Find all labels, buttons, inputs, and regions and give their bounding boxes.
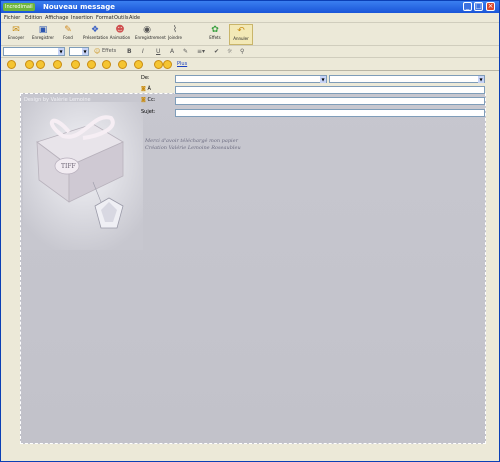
send-button[interactable]: ✉ Envoyer xyxy=(4,24,28,45)
background-button[interactable]: ✎ Fond xyxy=(56,24,80,45)
message-text: Merci d'avoir téléchargé mon papier Créa… xyxy=(145,138,241,152)
emoticon-surprise-icon[interactable] xyxy=(134,60,143,69)
menu-aide[interactable]: Aide xyxy=(129,14,140,22)
more-emoticons-link[interactable]: Plus xyxy=(177,60,187,69)
signature-select[interactable]: ▼ xyxy=(329,75,485,83)
send-icon: ✉ xyxy=(12,25,20,35)
insert-picture-icon[interactable]: ☼ xyxy=(227,47,232,56)
compose-window: Incredimail Nouveau message _ □ × Fichie… xyxy=(0,0,500,462)
effects-icon: ✿ xyxy=(211,25,219,35)
window-title: Nouveau message xyxy=(43,3,115,11)
chevron-down-icon: ▼ xyxy=(58,48,64,55)
message-line-1: Merci d'avoir téléchargé mon papier xyxy=(145,138,238,144)
menu-outils[interactable]: Outils xyxy=(114,14,128,22)
to-field[interactable] xyxy=(175,86,485,94)
cancel-button[interactable]: ↶ Annuler xyxy=(229,24,253,45)
animation-button[interactable]: ☻ Animation xyxy=(108,24,132,45)
title-bar[interactable]: Incredimail Nouveau message _ □ × xyxy=(1,1,499,13)
message-header: De: ▼ ▼ ◙ À ◙ Cc: Sujet: xyxy=(141,73,487,121)
message-body[interactable]: Design by Valérie Lemoine TIFF Merci d'a… xyxy=(20,93,486,444)
emoticon-smile-icon[interactable] xyxy=(7,60,16,69)
highlight-icon[interactable]: ✎ xyxy=(183,47,188,56)
from-select[interactable]: ▼ xyxy=(175,75,327,83)
effects-smiley-icon: ☺ xyxy=(94,48,101,55)
menu-insertion[interactable]: Insertion xyxy=(71,14,93,22)
save-icon: ▣ xyxy=(38,25,48,35)
message-line-2: Création Valérie Lemoine Roseaubleu xyxy=(145,145,241,151)
insert-link-icon[interactable]: ⚲ xyxy=(240,47,244,56)
emoticon-cool-icon[interactable] xyxy=(87,60,96,69)
bold-button[interactable]: B xyxy=(127,47,132,56)
font-select[interactable]: ▼ xyxy=(3,47,65,56)
background-icon: ✎ xyxy=(64,25,72,35)
stationery-picture: TIFF xyxy=(23,102,143,250)
cancel-icon: ↶ xyxy=(237,26,245,36)
close-button[interactable]: × xyxy=(486,2,495,11)
attach-icon: ⌇ xyxy=(172,25,178,35)
underline-button[interactable]: U xyxy=(156,47,160,56)
app-badge: Incredimail xyxy=(3,3,35,11)
presentation-button[interactable]: ❖ Présentation xyxy=(83,24,108,45)
to-label: ◙ À xyxy=(141,86,151,92)
save-button[interactable]: ▣ Enregistrer xyxy=(31,24,55,45)
emoticon-heart-icon[interactable] xyxy=(154,60,163,69)
font-size-select[interactable]: ▼ xyxy=(69,47,89,56)
emoticon-angry-icon[interactable] xyxy=(118,60,127,69)
italic-button[interactable]: I xyxy=(142,47,144,56)
menu-edition[interactable]: Edition xyxy=(25,14,42,22)
format-toolbar: ▼ ▼ ☺ Effets B I U A ✎ ≡▾ ✔ ☼ ⚲ xyxy=(1,46,499,58)
menu-bar: Fichier Edition Affichage Insertion Form… xyxy=(1,13,499,23)
maximize-button[interactable]: □ xyxy=(474,2,483,11)
contacts-icon: ◙ xyxy=(141,97,146,103)
chevron-down-icon: ▼ xyxy=(478,76,484,83)
record-button[interactable]: ◉ Enregistrement xyxy=(135,24,166,45)
emoticon-laugh-icon[interactable] xyxy=(36,60,45,69)
attach-button[interactable]: ⌇ Joindre xyxy=(163,24,187,45)
cc-field[interactable] xyxy=(175,97,485,105)
emoticon-star-icon[interactable] xyxy=(163,60,172,69)
emoticon-sad-icon[interactable] xyxy=(71,60,80,69)
emoticon-tongue-icon[interactable] xyxy=(102,60,111,69)
presentation-icon: ❖ xyxy=(90,25,100,35)
subject-label: Sujet: xyxy=(141,109,156,115)
animation-icon: ☻ xyxy=(115,25,125,35)
emoticon-wink-icon[interactable] xyxy=(25,60,34,69)
effects-button[interactable]: ✿ Effets xyxy=(203,24,227,45)
svg-text:TIFF: TIFF xyxy=(61,163,76,170)
spell-check-icon[interactable]: ✔ xyxy=(214,47,219,56)
from-label: De: xyxy=(141,75,150,81)
chevron-down-icon: ▼ xyxy=(82,48,88,55)
effects-format-button[interactable]: Effets xyxy=(102,47,116,56)
contacts-icon: ◙ xyxy=(141,86,146,92)
chevron-down-icon: ▼ xyxy=(320,76,326,83)
minimize-button[interactable]: _ xyxy=(463,2,472,11)
record-icon: ◉ xyxy=(143,25,151,35)
menu-fichier[interactable]: Fichier xyxy=(4,14,20,22)
font-color-button[interactable]: A xyxy=(170,47,174,56)
menu-affichage[interactable]: Affichage xyxy=(45,14,69,22)
subject-field[interactable] xyxy=(175,109,485,117)
cc-label: ◙ Cc: xyxy=(141,97,156,103)
align-icon[interactable]: ≡▾ xyxy=(197,47,205,56)
emoticon-kiss-icon[interactable] xyxy=(53,60,62,69)
menu-format[interactable]: Format xyxy=(96,14,114,22)
emoticon-bar: Plus xyxy=(1,58,499,71)
main-toolbar: ✉ Envoyer ▣ Enregistrer ✎ Fond ❖ Présentatio… xyxy=(1,23,499,46)
